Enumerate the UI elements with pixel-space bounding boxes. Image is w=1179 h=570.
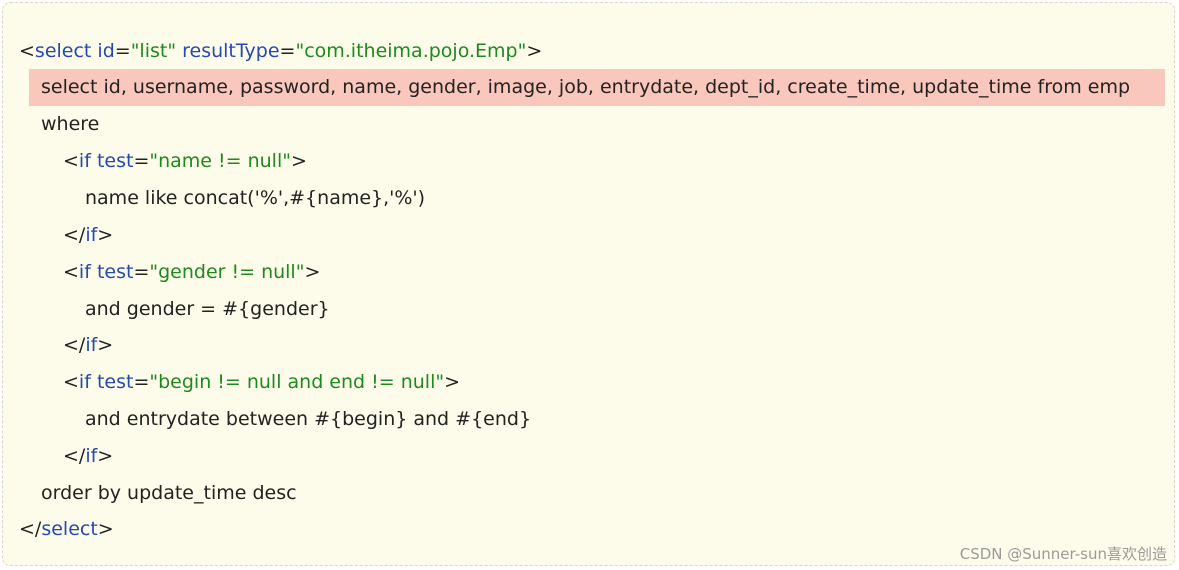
attr-name: id bbox=[97, 40, 115, 62]
angle-bracket: > bbox=[304, 261, 321, 283]
angle-bracket: > bbox=[97, 334, 114, 356]
angle-bracket: </ bbox=[63, 334, 86, 356]
date-range-condition: and entrydate between #{begin} and #{end… bbox=[85, 408, 532, 430]
tag-name: if bbox=[78, 371, 91, 393]
angle-bracket: > bbox=[97, 518, 114, 540]
angle-bracket: > bbox=[97, 445, 114, 467]
angle-bracket: < bbox=[63, 261, 79, 283]
tag-name: if bbox=[85, 445, 98, 467]
where-keyword: where bbox=[41, 113, 100, 135]
attr-name: resultType bbox=[182, 40, 280, 62]
angle-bracket: > bbox=[97, 224, 114, 246]
gender-condition: and gender = #{gender} bbox=[85, 298, 330, 320]
tag-name: if bbox=[85, 334, 98, 356]
tag-name: if bbox=[85, 224, 98, 246]
equals-sign: = bbox=[279, 40, 296, 62]
name-condition: name like concat('%',#{name},'%') bbox=[85, 187, 426, 209]
if-close-tag: </if> bbox=[63, 438, 113, 475]
tag-name: if bbox=[78, 261, 91, 283]
angle-bracket: < bbox=[63, 150, 79, 172]
csdn-watermark: CSDN @Sunner-sun喜欢创造 bbox=[959, 545, 1167, 563]
if-close-tag: </if> bbox=[63, 327, 113, 364]
tag-name: select bbox=[34, 40, 92, 62]
order-by-clause: order by update_time desc bbox=[41, 482, 297, 504]
select-open-tag: <select id="list" resultType="com.itheim… bbox=[19, 33, 542, 70]
equals-sign: = bbox=[114, 40, 131, 62]
if-name-open-tag: <if test="name != null"> bbox=[63, 143, 307, 180]
select-close-tag: </select> bbox=[19, 511, 114, 548]
if-date-range-open-tag: <if test="begin != null and end != null"… bbox=[63, 364, 460, 401]
tag-name: if bbox=[78, 150, 91, 172]
if-gender-open-tag: <if test="gender != null"> bbox=[63, 254, 320, 291]
angle-bracket: </ bbox=[19, 518, 42, 540]
attr-value: "com.itheima.pojo.Emp" bbox=[295, 40, 527, 62]
angle-bracket: < bbox=[19, 40, 35, 62]
if-close-tag: </if> bbox=[63, 217, 113, 254]
attr-name: test bbox=[96, 371, 134, 393]
angle-bracket: </ bbox=[63, 445, 86, 467]
attr-name: test bbox=[96, 261, 134, 283]
equals-sign: = bbox=[133, 261, 150, 283]
attr-value: "begin != null and end != null" bbox=[149, 371, 445, 393]
select-columns-statement: select id, username, password, name, gen… bbox=[41, 76, 1131, 98]
angle-bracket: < bbox=[63, 371, 79, 393]
angle-bracket: > bbox=[444, 371, 461, 393]
attr-value: "gender != null" bbox=[149, 261, 305, 283]
attr-value: "list" bbox=[130, 40, 177, 62]
angle-bracket: > bbox=[290, 150, 307, 172]
equals-sign: = bbox=[133, 371, 150, 393]
angle-bracket: </ bbox=[63, 224, 86, 246]
attr-value: "name != null" bbox=[149, 150, 291, 172]
attr-name: test bbox=[96, 150, 134, 172]
code-block: <select id="list" resultType="com.itheim… bbox=[2, 2, 1175, 566]
angle-bracket: > bbox=[526, 40, 543, 62]
tag-name: select bbox=[41, 518, 98, 540]
equals-sign: = bbox=[133, 150, 150, 172]
